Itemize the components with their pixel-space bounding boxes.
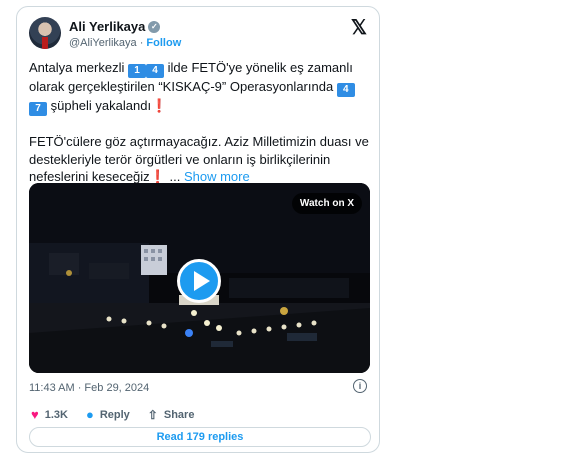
tweet-text-segment: şüpheli yakalandı <box>47 98 152 113</box>
info-icon[interactable]: i <box>353 379 367 393</box>
timestamp[interactable]: 11:43 AM · Feb 29, 2024 <box>29 382 149 394</box>
like-count: 1.3K <box>44 408 68 421</box>
verified-badge-icon: ✓ <box>148 20 161 33</box>
exclamation-icon: ❗ <box>149 169 166 184</box>
author-name-row: Ali Yerlikaya ✓ <box>69 19 161 34</box>
tweet-text: Antalya merkezli 14 ilde FETÖ'ye yönelik… <box>29 59 371 186</box>
share-label: Share <box>163 408 195 421</box>
watch-on-x-button[interactable]: Watch on X <box>291 193 362 214</box>
action-bar: ♥ 1.3K ● Reply ⇧ Share <box>31 407 194 422</box>
author-name[interactable]: Ali Yerlikaya <box>69 19 145 34</box>
keycap-4: 4 <box>336 83 355 97</box>
tweet-card: Ali Yerlikaya ✓ @AliYerlikaya · Follow 𝕏… <box>16 6 380 453</box>
handle-row: @AliYerlikaya · Follow <box>69 37 181 49</box>
share-button[interactable]: ⇧ Share <box>148 407 195 422</box>
separator: · <box>139 37 144 49</box>
exclamation-icon: ❗ <box>151 98 168 113</box>
x-logo-icon[interactable]: 𝕏 <box>351 15 367 40</box>
heart-icon: ♥ <box>31 407 39 422</box>
tweet-paragraph-1: Antalya merkezli 14 ilde FETÖ'ye yönelik… <box>29 59 371 116</box>
reply-label: Reply <box>99 408 130 421</box>
reply-button[interactable]: ● Reply <box>86 407 130 422</box>
video-player[interactable]: Watch on X <box>29 183 370 373</box>
like-button[interactable]: ♥ 1.3K <box>31 407 68 422</box>
tweet-text-segment: Antalya merkezli <box>29 60 128 75</box>
ellipsis: ... <box>165 169 184 184</box>
follow-button[interactable]: Follow <box>146 37 181 49</box>
tweet-paragraph-2: FETÖ'cülere göz açtırmayacağız. Aziz Mil… <box>29 133 371 186</box>
keycap-7: 7 <box>29 102 47 116</box>
keycap-4: 4 <box>145 64 164 78</box>
read-replies-button[interactable]: Read 179 replies <box>29 427 371 447</box>
show-more-link[interactable]: Show more <box>184 169 250 184</box>
reply-bubble-icon: ● <box>85 407 94 422</box>
author-handle[interactable]: @AliYerlikaya <box>69 37 137 49</box>
avatar[interactable] <box>29 17 61 49</box>
share-icon: ⇧ <box>147 407 158 422</box>
play-icon[interactable] <box>177 259 221 303</box>
keycap-1: 1 <box>127 64 146 78</box>
